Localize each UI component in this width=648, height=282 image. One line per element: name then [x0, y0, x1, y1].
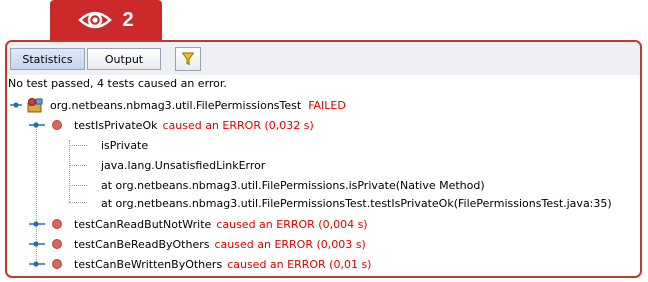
- package-icon: [27, 98, 43, 113]
- test-row[interactable]: testCanBeReadByOthers caused an ERROR (0…: [29, 235, 366, 253]
- collapsed-handle-icon[interactable]: [29, 259, 45, 269]
- tree-line: [69, 202, 87, 203]
- detail-text: at org.netbeans.nbmag3.util.FilePermissi…: [101, 178, 485, 192]
- callout-badge: 2: [50, 0, 162, 40]
- detail-text: at org.netbeans.nbmag3.util.FilePermissi…: [101, 196, 612, 210]
- detail-line[interactable]: java.lang.UnsatisfiedLinkError: [101, 156, 265, 174]
- suite-row[interactable]: org.netbeans.nbmag3.util.FilePermissions…: [10, 96, 346, 114]
- suite-status: FAILED: [308, 98, 346, 112]
- test-name: testCanBeWrittenByOthers: [74, 257, 223, 271]
- tree-line: [69, 145, 87, 146]
- test-summary: No test passed, 4 tests caused an error.: [8, 77, 227, 90]
- test-status: caused an ERROR (0,004 s): [216, 217, 368, 231]
- test-status: caused an ERROR (0,01 s): [227, 257, 372, 271]
- badge-number: 2: [122, 8, 134, 31]
- collapsed-handle-icon[interactable]: [29, 219, 45, 229]
- test-results-panel: Statistics Output No test passed, 4 test…: [5, 40, 642, 278]
- tab-output-label: Output: [104, 52, 144, 66]
- eye-icon: [78, 11, 113, 29]
- tab-statistics-label: Statistics: [22, 52, 73, 66]
- test-name: testIsPrivateOk: [74, 118, 158, 132]
- detail-line[interactable]: at org.netbeans.nbmag3.util.FilePermissi…: [101, 176, 485, 194]
- test-row[interactable]: testCanBeWrittenByOthers caused an ERROR…: [29, 255, 371, 273]
- tree-line: [69, 165, 87, 166]
- expanded-handle-icon[interactable]: [29, 120, 45, 130]
- tab-output[interactable]: Output: [87, 48, 161, 70]
- collapsed-handle-icon[interactable]: [29, 239, 45, 249]
- suite-name: org.netbeans.nbmag3.util.FilePermissions…: [50, 98, 302, 112]
- test-name: testCanBeReadByOthers: [74, 237, 210, 251]
- error-status-icon: [52, 239, 62, 249]
- tree-line: [69, 140, 70, 202]
- test-status: caused an ERROR (0,003 s): [214, 237, 366, 251]
- error-status-icon: [52, 120, 62, 130]
- tree-line: [69, 185, 87, 186]
- test-name: testCanReadButNotWrite: [74, 217, 212, 231]
- detail-text: isPrivate: [101, 138, 149, 152]
- tab-statistics[interactable]: Statistics: [10, 48, 85, 70]
- detail-text: java.lang.UnsatisfiedLinkError: [101, 158, 266, 172]
- test-row[interactable]: testIsPrivateOk caused an ERROR (0,032 s…: [29, 116, 314, 134]
- filter-button[interactable]: [175, 47, 201, 71]
- test-row[interactable]: testCanReadButNotWrite caused an ERROR (…: [29, 215, 368, 233]
- error-status-icon: [52, 259, 62, 269]
- filter-funnel-icon: [182, 52, 194, 66]
- error-status-icon: [52, 219, 62, 229]
- test-status: caused an ERROR (0,032 s): [162, 118, 314, 132]
- detail-line[interactable]: at org.netbeans.nbmag3.util.FilePermissi…: [101, 194, 612, 212]
- results-toolbar: Statistics Output: [7, 42, 640, 75]
- expanded-handle-icon[interactable]: [10, 100, 22, 110]
- detail-line[interactable]: isPrivate: [101, 136, 148, 154]
